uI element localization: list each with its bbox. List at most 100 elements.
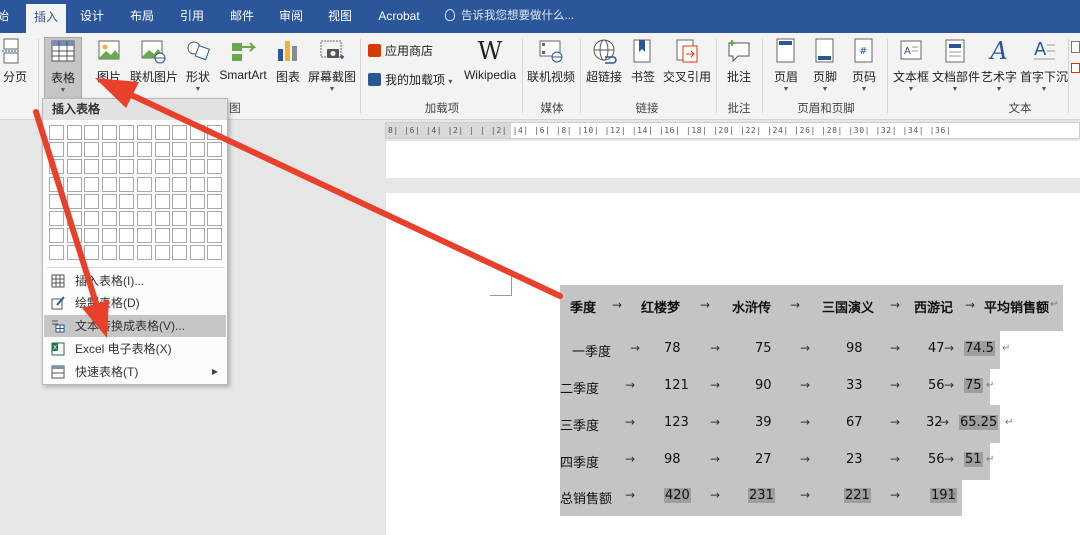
grid-cell[interactable] bbox=[101, 142, 117, 158]
tab-insert[interactable]: 插入 bbox=[26, 4, 66, 33]
grid-cell[interactable] bbox=[66, 228, 82, 244]
chart-button[interactable]: 图表 bbox=[273, 37, 303, 99]
grid-cell[interactable] bbox=[66, 193, 82, 209]
grid-cell[interactable] bbox=[49, 228, 64, 244]
grid-cell[interactable] bbox=[66, 125, 82, 140]
grid-cell[interactable] bbox=[189, 245, 205, 261]
grid-cell[interactable] bbox=[84, 125, 100, 140]
grid-cell[interactable] bbox=[119, 228, 135, 244]
grid-cell[interactable] bbox=[84, 176, 100, 192]
page-number-button[interactable]: # 页码 ▼ bbox=[846, 37, 882, 99]
grid-cell[interactable] bbox=[154, 159, 170, 175]
grid-cell[interactable] bbox=[154, 211, 170, 226]
grid-cell[interactable] bbox=[101, 245, 117, 261]
textbox-button[interactable]: A 文本框 ▼ bbox=[892, 37, 930, 99]
menu-item-draw-table[interactable]: 绘制表格(D) bbox=[44, 292, 226, 314]
grid-cell[interactable] bbox=[101, 159, 117, 175]
table-size-grid[interactable] bbox=[49, 125, 225, 263]
grid-cell[interactable] bbox=[207, 142, 223, 158]
grid-cell[interactable] bbox=[84, 142, 100, 158]
grid-cell[interactable] bbox=[189, 142, 205, 158]
grid-cell[interactable] bbox=[189, 193, 205, 209]
grid-cell[interactable] bbox=[119, 125, 135, 140]
grid-cell[interactable] bbox=[137, 176, 152, 192]
grid-cell[interactable] bbox=[49, 142, 64, 158]
signature-line-icon[interactable] bbox=[1071, 41, 1080, 53]
online-video-button[interactable]: 联机视频 bbox=[526, 37, 576, 99]
grid-cell[interactable] bbox=[207, 228, 223, 244]
grid-cell[interactable] bbox=[49, 193, 64, 209]
wikipedia-button[interactable]: W Wikipedia bbox=[462, 37, 518, 99]
grid-cell[interactable] bbox=[189, 125, 205, 140]
grid-cell[interactable] bbox=[84, 228, 100, 244]
tab-home[interactable]: 始 bbox=[0, 0, 18, 33]
my-addins-button[interactable]: 我的加载项 ▾ bbox=[368, 70, 452, 90]
grid-cell[interactable] bbox=[154, 142, 170, 158]
grid-cell[interactable] bbox=[172, 159, 188, 175]
grid-cell[interactable] bbox=[137, 245, 152, 261]
grid-cell[interactable] bbox=[119, 193, 135, 209]
grid-cell[interactable] bbox=[207, 211, 223, 226]
grid-cell[interactable] bbox=[207, 176, 223, 192]
grid-cell[interactable] bbox=[137, 159, 152, 175]
grid-cell[interactable] bbox=[189, 228, 205, 244]
grid-cell[interactable] bbox=[49, 159, 64, 175]
grid-cell[interactable] bbox=[137, 125, 152, 140]
grid-cell[interactable] bbox=[119, 245, 135, 261]
table-button[interactable]: 表格 ▼ bbox=[44, 37, 82, 99]
grid-cell[interactable] bbox=[172, 142, 188, 158]
grid-cell[interactable] bbox=[172, 176, 188, 192]
online-picture-button[interactable]: 联机图片 bbox=[130, 37, 178, 99]
quick-parts-button[interactable]: 文档部件 ▼ bbox=[932, 37, 980, 99]
grid-cell[interactable] bbox=[101, 211, 117, 226]
grid-cell[interactable] bbox=[207, 193, 223, 209]
bookmark-button[interactable]: 书签 bbox=[628, 37, 658, 99]
grid-cell[interactable] bbox=[137, 193, 152, 209]
tab-design[interactable]: 设计 bbox=[72, 0, 112, 33]
grid-cell[interactable] bbox=[101, 193, 117, 209]
grid-cell[interactable] bbox=[172, 211, 188, 226]
grid-cell[interactable] bbox=[84, 211, 100, 226]
document-data-row[interactable]: 二季度 → 121 → 90 → 33 → 56 → 75 ↵ bbox=[560, 368, 994, 406]
document-data-row[interactable]: 四季度 → 98 → 27 → 23 → 56 → 51 ↵ bbox=[560, 442, 994, 480]
grid-cell[interactable] bbox=[49, 176, 64, 192]
grid-cell[interactable] bbox=[137, 228, 152, 244]
cross-reference-button[interactable]: 交叉引用 bbox=[662, 37, 712, 99]
tab-view[interactable]: 视图 bbox=[320, 0, 360, 33]
grid-cell[interactable] bbox=[137, 211, 152, 226]
tab-mailings[interactable]: 邮件 bbox=[222, 0, 262, 33]
grid-cell[interactable] bbox=[137, 142, 152, 158]
grid-cell[interactable] bbox=[119, 176, 135, 192]
document-data-row[interactable]: 总销售额 → 420 → 231 → 221 → 191 ↵ bbox=[560, 478, 962, 516]
grid-cell[interactable] bbox=[172, 245, 188, 261]
grid-cell[interactable] bbox=[101, 125, 117, 140]
grid-cell[interactable] bbox=[172, 125, 188, 140]
grid-cell[interactable] bbox=[49, 245, 64, 261]
grid-cell[interactable] bbox=[189, 211, 205, 226]
grid-cell[interactable] bbox=[207, 245, 223, 261]
grid-cell[interactable] bbox=[119, 159, 135, 175]
header-button[interactable]: 页眉 ▼ bbox=[768, 37, 804, 99]
grid-cell[interactable] bbox=[119, 142, 135, 158]
grid-cell[interactable] bbox=[66, 159, 82, 175]
grid-cell[interactable] bbox=[49, 125, 64, 140]
grid-cell[interactable] bbox=[207, 159, 223, 175]
grid-cell[interactable] bbox=[189, 176, 205, 192]
grid-cell[interactable] bbox=[66, 245, 82, 261]
document-data-row[interactable]: 三季度 → 123 → 39 → 67 → 32 → 65.25 ↵ bbox=[560, 405, 1013, 443]
tab-layout[interactable]: 布局 bbox=[122, 0, 162, 33]
picture-button[interactable]: 图片 bbox=[92, 37, 126, 99]
grid-cell[interactable] bbox=[101, 228, 117, 244]
page-previous[interactable] bbox=[386, 141, 1080, 178]
grid-cell[interactable] bbox=[84, 159, 100, 175]
grid-cell[interactable] bbox=[66, 176, 82, 192]
tab-review[interactable]: 审阅 bbox=[271, 0, 311, 33]
grid-cell[interactable] bbox=[154, 125, 170, 140]
screenshot-button[interactable]: 屏幕截图 ▼ bbox=[307, 37, 357, 99]
grid-cell[interactable] bbox=[84, 193, 100, 209]
grid-cell[interactable] bbox=[154, 228, 170, 244]
grid-cell[interactable] bbox=[172, 193, 188, 209]
grid-cell[interactable] bbox=[154, 245, 170, 261]
menu-item-excel-spreadsheet[interactable]: X Excel 电子表格(X) bbox=[44, 338, 226, 360]
grid-cell[interactable] bbox=[172, 228, 188, 244]
